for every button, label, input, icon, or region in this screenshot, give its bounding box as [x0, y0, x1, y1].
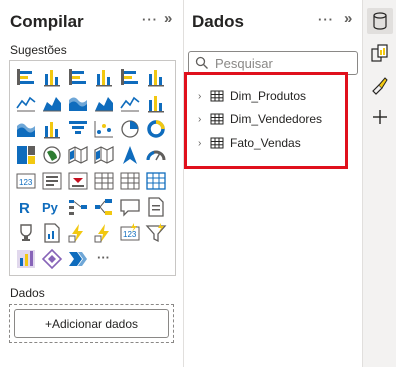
slicer-icon[interactable]	[93, 170, 115, 192]
clustered-bar-chart-icon[interactable]	[67, 66, 89, 88]
dados-title: Dados	[192, 12, 244, 31]
line-column-chart-icon[interactable]	[119, 92, 141, 114]
kpi-icon[interactable]	[67, 170, 89, 192]
treemap-icon[interactable]	[15, 144, 37, 166]
search-input[interactable]	[215, 54, 353, 72]
power-automate-icon[interactable]	[93, 222, 115, 244]
svg-text:R: R	[19, 200, 30, 217]
100-percent-column-chart-icon[interactable]	[145, 66, 167, 88]
table-row[interactable]: › Dim_Produtos	[198, 86, 306, 106]
narrative-icon[interactable]	[145, 196, 167, 218]
paginated-report-icon[interactable]	[41, 222, 63, 244]
suggestions-label: Sugestões	[10, 43, 67, 57]
chevron-right-icon[interactable]: ›	[198, 114, 210, 125]
add-pane-button[interactable]	[367, 104, 393, 130]
chevron-right-icon[interactable]: ›	[198, 138, 210, 149]
gauge-icon[interactable]	[145, 144, 167, 166]
table-name: Dim_Produtos	[230, 89, 307, 103]
pie-chart-icon[interactable]	[119, 118, 141, 140]
table-icon	[210, 137, 224, 149]
database-icon	[373, 12, 387, 30]
pane-switcher-rail	[363, 0, 396, 367]
compilar-more-options-button[interactable]: ···	[142, 12, 158, 27]
map-icon[interactable]	[41, 144, 63, 166]
table-row[interactable]: › Fato_Vendas	[198, 133, 301, 153]
shape-map-icon[interactable]	[93, 144, 115, 166]
table-name: Fato_Vendas	[230, 136, 301, 150]
chevron-right-icon[interactable]: ›	[198, 91, 210, 102]
custom-visual-icon[interactable]	[15, 248, 37, 270]
table-name: Dim_Vendedores	[230, 112, 323, 126]
svg-text:Py: Py	[42, 200, 59, 215]
card-icon[interactable]: 123	[15, 170, 37, 192]
matrix-icon[interactable]	[145, 170, 167, 192]
waterfall-chart-icon[interactable]	[41, 118, 63, 140]
build-visual-icon	[371, 44, 388, 62]
qa-icon[interactable]	[119, 196, 141, 218]
multi-row-card-icon[interactable]	[41, 170, 63, 192]
scatter-chart-icon[interactable]	[93, 118, 115, 140]
build-pane-button[interactable]	[367, 40, 393, 66]
compilar-title: Compilar	[10, 12, 84, 31]
new-card-icon[interactable]: 123	[119, 222, 141, 244]
key-influencers-icon[interactable]	[67, 196, 89, 218]
stacked-area-chart-icon[interactable]	[67, 92, 89, 114]
stacked-bar-chart-icon[interactable]	[15, 66, 37, 88]
dados-collapse-button[interactable]: »	[344, 10, 352, 27]
format-brush-icon	[372, 77, 388, 95]
dados-more-options-button[interactable]: ···	[318, 12, 334, 27]
clustered-column-chart-icon[interactable]	[93, 66, 115, 88]
svg-text:123: 123	[19, 178, 33, 187]
line-chart-icon[interactable]	[15, 92, 37, 114]
azure-map-icon[interactable]	[119, 144, 141, 166]
table-icon	[210, 90, 224, 102]
filled-map-icon[interactable]	[67, 144, 89, 166]
compilar-collapse-button[interactable]: »	[164, 10, 172, 27]
chevron-visual-icon[interactable]	[67, 248, 89, 270]
table-row[interactable]: › Dim_Vendedores	[198, 109, 322, 129]
donut-chart-icon[interactable]	[145, 118, 167, 140]
svg-text:123: 123	[123, 230, 137, 239]
compilar-pane: Compilar ··· » Sugestões 123 R Py 123 ··· Da…	[0, 0, 184, 367]
goals-icon[interactable]	[15, 222, 37, 244]
area-chart-icon[interactable]	[41, 92, 63, 114]
new-slicer-icon[interactable]	[145, 222, 167, 244]
ribbon-chart-icon[interactable]	[15, 118, 37, 140]
search-box	[188, 51, 358, 75]
python-visual-icon[interactable]: Py	[41, 196, 63, 218]
visualizations-grid: 123 R Py 123 ···	[9, 60, 176, 276]
table-icon[interactable]	[119, 170, 141, 192]
search-icon	[195, 56, 208, 69]
plus-icon	[373, 110, 387, 124]
diamond-visual-icon[interactable]	[41, 248, 63, 270]
stacked-column-chart-icon[interactable]	[41, 66, 63, 88]
data-pane-button[interactable]	[367, 8, 393, 34]
format-pane-button[interactable]	[367, 72, 393, 98]
decomposition-tree-icon[interactable]	[93, 196, 115, 218]
funnel-chart-icon[interactable]	[67, 118, 89, 140]
data-section-label: Dados	[10, 286, 45, 300]
r-visual-icon[interactable]: R	[15, 196, 37, 218]
100-percent-bar-chart-icon[interactable]	[119, 66, 141, 88]
add-data-well: +Adicionar dados	[9, 304, 174, 343]
line-clustered-column-chart-icon[interactable]	[145, 92, 167, 114]
table-icon	[210, 113, 224, 125]
add-data-button[interactable]: +Adicionar dados	[14, 309, 169, 338]
100-percent-area-chart-icon[interactable]	[93, 92, 115, 114]
more-visuals-button[interactable]: ···	[97, 250, 110, 265]
power-apps-icon[interactable]	[67, 222, 89, 244]
